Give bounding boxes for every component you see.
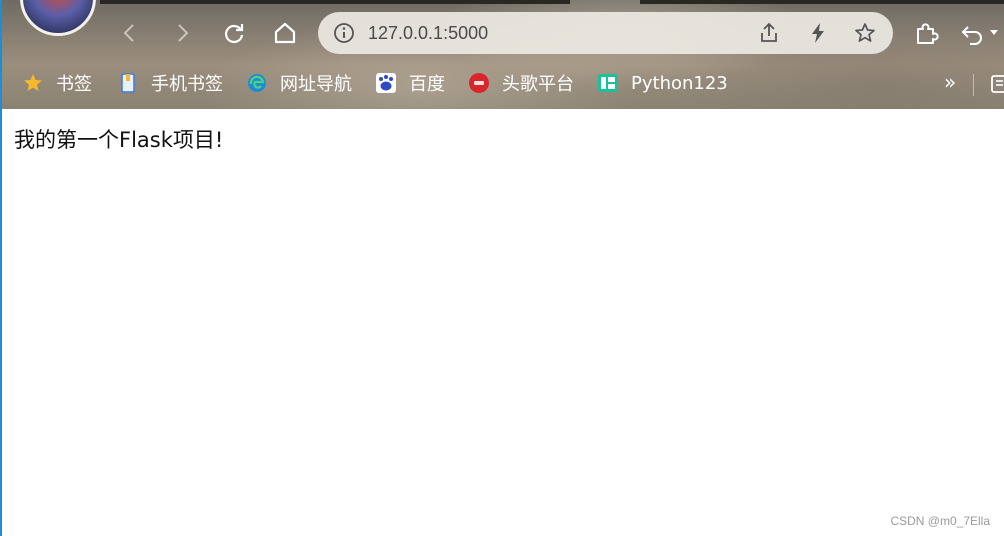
url-text[interactable]: 127.0.0.1:5000 <box>368 23 488 44</box>
star-outline-icon[interactable] <box>853 21 877 45</box>
tab-strip <box>100 0 570 4</box>
tab-strip <box>640 0 1004 4</box>
bookmarks-overflow-button[interactable]: » <box>944 70 956 94</box>
bookmark-label: 百度 <box>409 74 445 95</box>
undo-icon[interactable] <box>958 19 1004 47</box>
window-edge <box>0 0 2 536</box>
info-icon[interactable] <box>333 22 355 44</box>
bookmark-item[interactable]: 百度 <box>375 66 445 100</box>
address-bar[interactable]: 127.0.0.1:5000 <box>318 12 893 54</box>
bookmark-label: 书签 <box>56 74 92 95</box>
phone-icon <box>121 73 135 93</box>
bookmark-item[interactable]: 头歌平台 <box>468 66 574 100</box>
share-icon[interactable] <box>757 21 781 45</box>
baidu-icon <box>376 73 396 93</box>
edge-icon <box>248 74 266 92</box>
star-icon <box>24 74 42 91</box>
bookmark-item[interactable]: 书签 <box>22 66 92 100</box>
reload-icon <box>224 24 244 44</box>
forward-button[interactable] <box>168 19 196 47</box>
touge-icon <box>469 73 489 93</box>
bookmarks-bar: 书签 手机书签 网址导航 百度 头歌平台 Python123 » <box>0 66 1004 100</box>
python123-icon <box>598 74 618 92</box>
browser-chrome: 127.0.0.1:5000 书签 手机书签 网址导航 百度 头歌平台 Pyth… <box>0 0 1004 109</box>
chevron-right-icon <box>178 24 189 42</box>
lightning-icon[interactable] <box>806 21 830 45</box>
watermark-text: CSDN @m0_7Ella <box>890 514 990 528</box>
page-text: 我的第一个Flask项目! <box>14 128 224 152</box>
bookmark-item[interactable]: 手机书签 <box>117 66 223 100</box>
home-icon <box>274 22 296 44</box>
toolbar-divider <box>973 74 974 96</box>
bookmark-label: 手机书签 <box>151 74 223 95</box>
extensions-icon[interactable] <box>912 19 940 47</box>
home-button[interactable] <box>271 19 299 47</box>
bookmark-label: 头歌平台 <box>502 74 574 95</box>
bookmark-item[interactable]: Python123 <box>597 66 728 100</box>
reload-button[interactable] <box>220 19 248 47</box>
back-button[interactable] <box>116 19 144 47</box>
bookmark-item[interactable]: 网址导航 <box>246 66 352 100</box>
user-avatar[interactable] <box>20 0 96 36</box>
bookmark-label: 网址导航 <box>280 74 352 95</box>
reading-list-icon[interactable] <box>990 74 1004 94</box>
bookmark-label: Python123 <box>631 72 728 94</box>
chevron-left-icon <box>123 24 134 42</box>
